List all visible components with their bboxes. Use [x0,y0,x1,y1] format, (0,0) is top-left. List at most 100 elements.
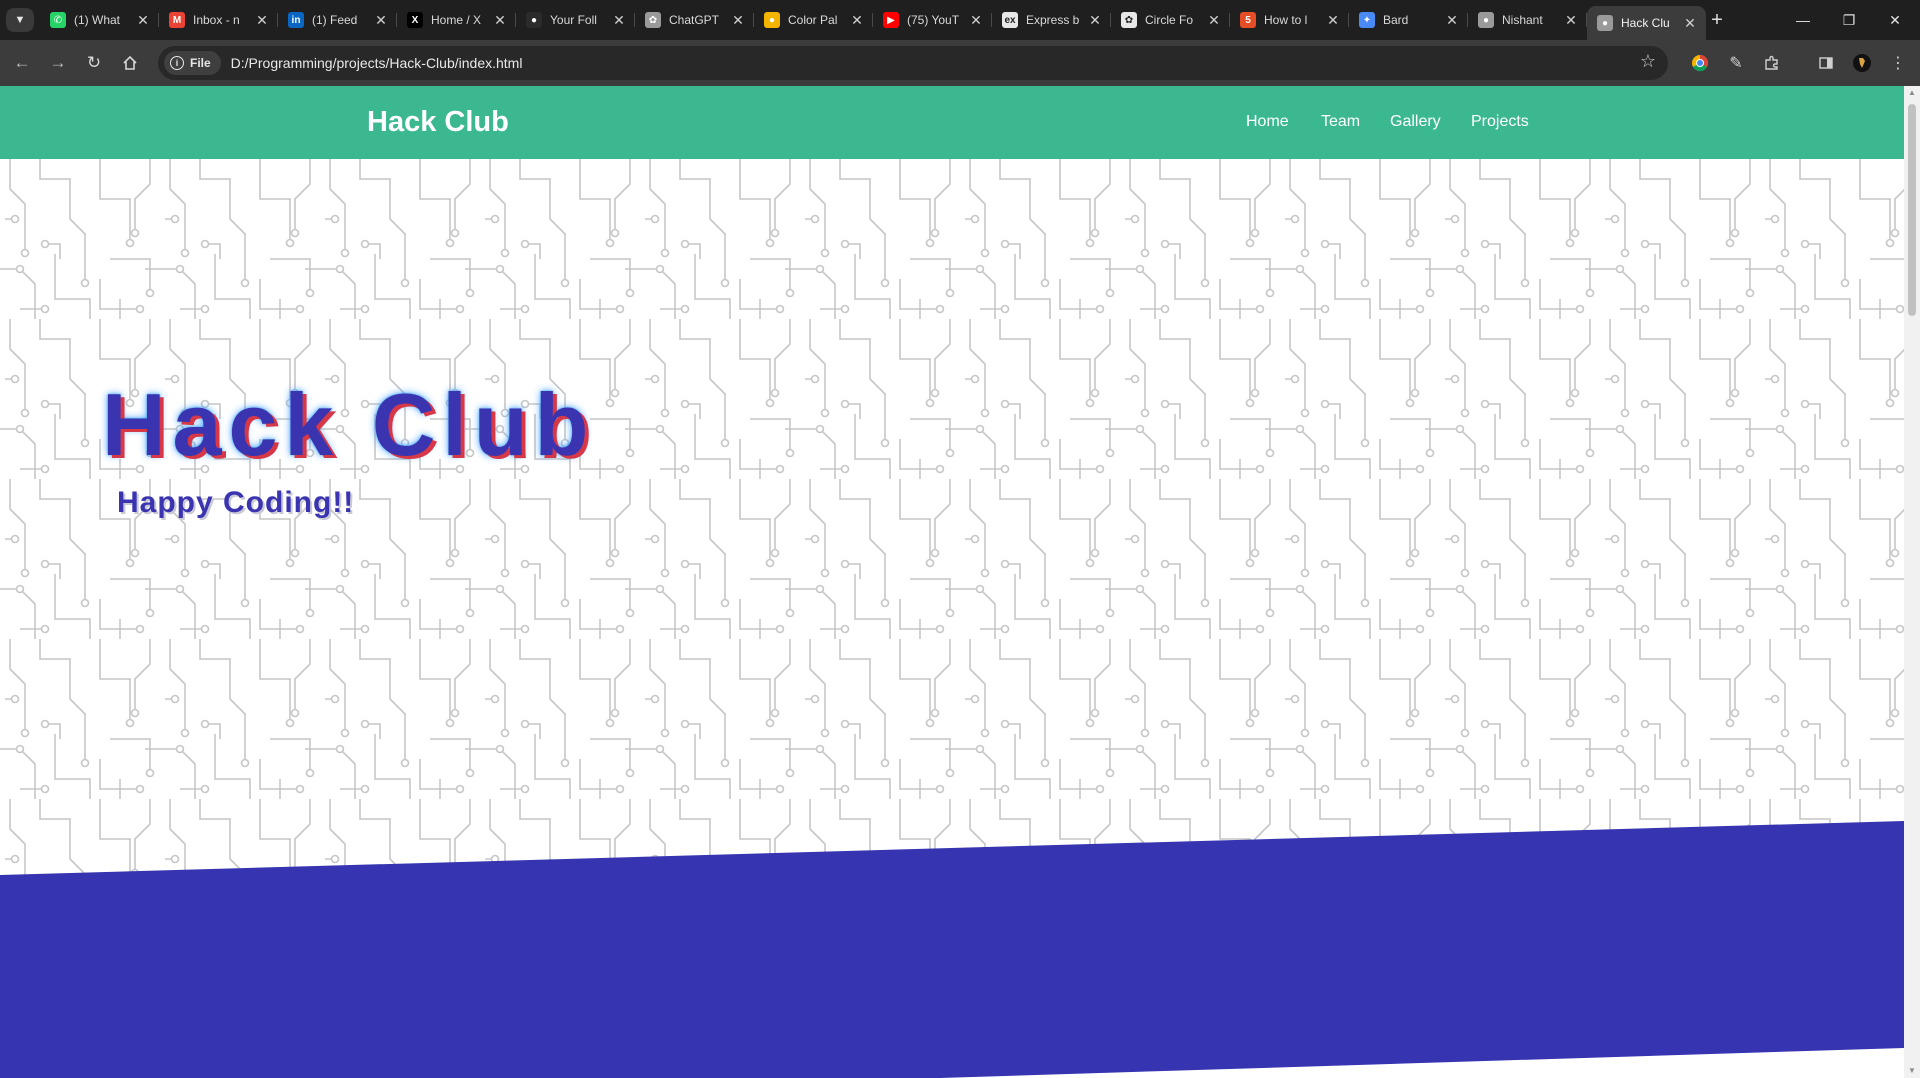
tab-close-icon[interactable]: ✕ [492,12,508,29]
nav-gallery[interactable]: Gallery [1390,113,1441,131]
nav-projects[interactable]: Projects [1471,113,1529,131]
address-bar[interactable]: i File D:/Programming/projects/Hack-Club… [158,46,1668,80]
bookmark-star-icon[interactable]: ☆ [1640,51,1656,72]
nav-team[interactable]: Team [1321,113,1360,131]
scroll-thumb[interactable] [1908,104,1916,316]
tab-title: Circle Fo [1145,13,1194,27]
forward-button[interactable]: → [44,49,72,77]
plus-icon: + [1711,8,1723,31]
tab-title: Your Foll [550,13,597,27]
browser-tab[interactable]: ▶ (75) YouT ✕ [873,6,992,34]
scroll-up-arrow-icon[interactable]: ▲ [1907,88,1917,98]
x-icon: X [407,12,423,28]
globe-icon: ● [1597,15,1613,31]
browser-tab[interactable]: ✿ ChatGPT ✕ [635,6,754,34]
tab-strip: ▼ ✆ (1) What ✕ M Inbox - n ✕ in (1) Feed ✕ X Home … [0,0,1920,40]
tab-close-icon[interactable]: ✕ [730,12,746,29]
browser-tab[interactable]: ✆ (1) What ✕ [40,6,159,34]
browser-tab[interactable]: X Home / X ✕ [397,6,516,34]
tab-close-icon[interactable]: ✕ [1206,12,1222,29]
tab-title: Home / X [431,13,482,27]
tab-close-icon[interactable]: ✕ [1444,12,1460,29]
arrow-right-icon: → [49,53,67,72]
tab-close-icon[interactable]: ✕ [849,12,865,29]
tab-title: Hack Clu [1621,16,1670,30]
close-icon: ✕ [1889,11,1901,28]
palette-icon: ● [764,12,780,28]
browser-tab[interactable]: ● Hack Clu ✕ [1587,6,1706,40]
tab-close-icon[interactable]: ✕ [254,12,270,29]
arrow-left-icon: ← [13,53,31,72]
page-scrollbar[interactable]: ▲ ▼ [1904,86,1920,1078]
tab-title: (1) What [74,13,121,27]
tab-title: (75) YouT [907,13,960,27]
back-button[interactable]: ← [8,49,36,77]
profile-button[interactable] [1850,51,1874,75]
url-text[interactable]: D:/Programming/projects/Hack-Club/index.… [231,55,523,71]
site-info-label: File [190,56,211,70]
browser-toolbar: ← → ↻ i File D:/Programming/projects/Hac… [0,40,1920,86]
page-viewport: Hack Club Home Team Gallery Projects Hac… [0,86,1904,1078]
minimize-button[interactable]: — [1780,6,1826,34]
color-circle-icon [1692,54,1709,72]
tab-close-icon[interactable]: ✕ [1087,12,1103,29]
tab-title: Nishant [1502,13,1543,27]
tab-title: How to l [1264,13,1308,27]
browser-tab[interactable]: ex Express b ✕ [992,6,1111,34]
eyedropper-button[interactable]: ✎ [1724,51,1748,75]
tab-close-icon[interactable]: ✕ [968,12,984,29]
browser-tab[interactable]: ✦ Bard ✕ [1349,6,1468,34]
puzzle-icon [1765,55,1778,70]
section-divider-band [0,821,1904,1078]
scroll-down-arrow-icon[interactable]: ▼ [1907,1066,1917,1076]
browser-tab[interactable]: in (1) Feed ✕ [278,6,397,34]
tab-title: Color Pal [788,13,838,27]
browser-tab[interactable]: 5 How to l ✕ [1230,6,1349,34]
new-tab-button[interactable]: + [1703,6,1731,34]
tab-close-icon[interactable]: ✕ [135,12,151,29]
eyedropper-icon: ✎ [1729,55,1743,72]
chatgpt-icon: ✿ [645,12,661,28]
restore-button[interactable]: ❐ [1826,6,1872,34]
tab-title: Express b [1026,13,1080,27]
tab-close-icon[interactable]: ✕ [373,12,389,29]
tab-title: Bard [1383,13,1409,27]
html-icon: 5 [1240,12,1256,28]
browser-tab[interactable]: ● Your Foll ✕ [516,6,635,34]
avatar [1853,54,1871,72]
chrome-extension-button[interactable] [1688,51,1712,75]
linkedin-icon: in [288,12,304,28]
tab-close-icon[interactable]: ✕ [611,12,627,29]
tab-search-button[interactable]: ▼ [6,8,34,32]
nav-home[interactable]: Home [1246,113,1289,131]
openai-icon: ✿ [1121,12,1137,28]
whatsapp-icon: ✆ [50,12,66,28]
more-vertical-icon: ⋮ [1890,55,1906,72]
site-brand[interactable]: Hack Club [367,106,509,139]
side-panel-button[interactable] [1814,51,1838,75]
reload-icon: ↻ [86,53,102,72]
globe-icon: ● [1478,12,1494,28]
gmail-icon: M [169,12,185,28]
hero-section: Hack Club Happy Coding!! [0,159,1904,1078]
express-icon: ex [1002,12,1018,28]
tab-title: Inbox - n [193,13,240,27]
reload-button[interactable]: ↻ [80,49,108,77]
site-info-chip[interactable]: i File [164,51,221,75]
site-navbar: Hack Club Home Team Gallery Projects [0,86,1904,159]
info-icon: i [170,56,184,70]
browser-tab[interactable]: ✿ Circle Fo ✕ [1111,6,1230,34]
tab-title: ChatGPT [669,13,720,27]
extensions-button[interactable] [1760,51,1784,75]
menu-button[interactable]: ⋮ [1886,51,1910,75]
browser-tab[interactable]: M Inbox - n ✕ [159,6,278,34]
close-window-button[interactable]: ✕ [1872,6,1918,34]
tab-close-icon[interactable]: ✕ [1325,12,1341,29]
home-button[interactable] [116,49,144,77]
side-panel-icon [1819,57,1833,69]
browser-tab[interactable]: ● Color Pal ✕ [754,6,873,34]
tab-close-icon[interactable]: ✕ [1563,12,1579,29]
tab-close-icon[interactable]: ✕ [1682,15,1698,32]
github-icon: ● [526,12,542,28]
browser-tab[interactable]: ● Nishant ✕ [1468,6,1587,34]
